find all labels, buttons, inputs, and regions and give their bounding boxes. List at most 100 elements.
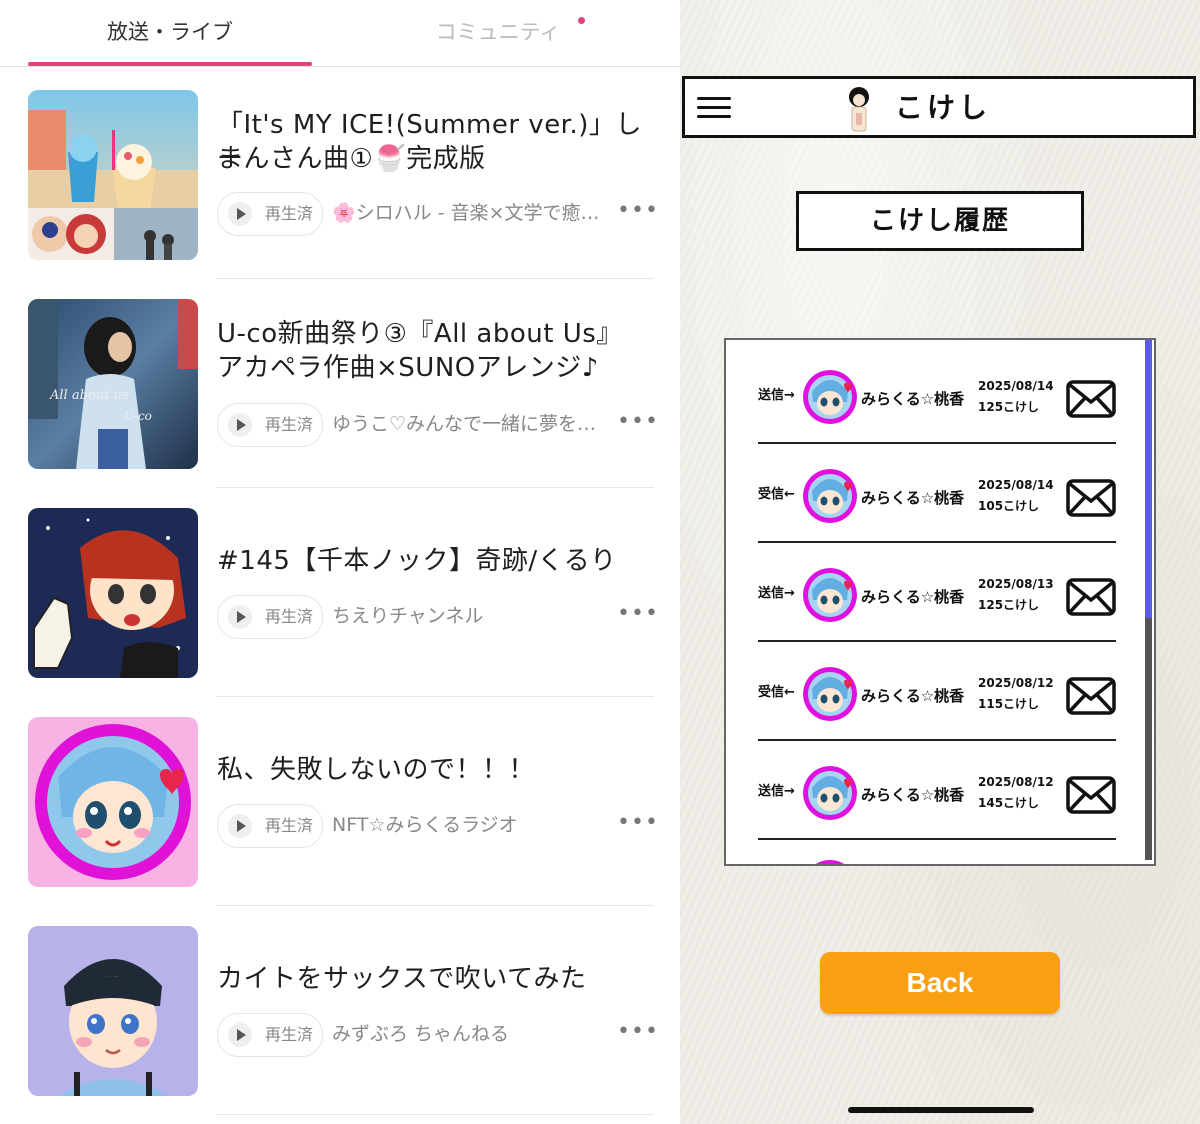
mail-icon[interactable] bbox=[1066, 776, 1116, 814]
user-name[interactable]: みらくる☆桃香 bbox=[861, 388, 964, 409]
history-date: 2025/08/14 bbox=[978, 478, 1054, 492]
app-title: こけし bbox=[895, 91, 992, 124]
history-row[interactable]: 送信→ みらくる☆桃香 2025/08/14 125こけし bbox=[758, 345, 1116, 444]
avatar bbox=[803, 766, 857, 820]
notification-dot bbox=[578, 17, 585, 24]
history-row[interactable]: 送信→ みらくる☆桃香 2025/08/13 125こけし bbox=[758, 543, 1116, 642]
episode-thumbnail bbox=[28, 90, 198, 260]
more-options-icon[interactable]: ••• bbox=[617, 804, 658, 842]
user-name[interactable]: みらくる☆桃香 bbox=[861, 586, 964, 607]
channel-name[interactable]: ちえりチャンネル bbox=[332, 595, 610, 637]
mail-icon[interactable] bbox=[1066, 479, 1116, 517]
avatar bbox=[803, 667, 857, 721]
played-label: 再生済 bbox=[265, 816, 314, 835]
channel-name[interactable]: ゆうこ♡みんなで一緒に夢を… bbox=[332, 403, 610, 445]
more-options-icon[interactable]: ••• bbox=[617, 192, 658, 230]
history-row[interactable]: 受信← みらくる☆桃香 2025/08/12 115こけし bbox=[758, 642, 1116, 741]
play-button[interactable]: 再生済 bbox=[217, 192, 323, 236]
episode-meta: 再生済 みずぶろ ちゃんねる ••• bbox=[217, 1013, 658, 1057]
channel-name[interactable]: NFT☆みらくるラジオ bbox=[332, 804, 610, 846]
more-options-icon[interactable]: ••• bbox=[617, 595, 658, 633]
played-label: 再生済 bbox=[265, 607, 314, 626]
scrollbar-thumb[interactable] bbox=[1145, 340, 1152, 618]
played-label: 再生済 bbox=[265, 204, 314, 223]
list-item[interactable]: 私、失敗しないので！！！ 再生済 NFT☆みらくるラジオ ••• bbox=[0, 697, 680, 906]
transfer-direction: 送信→ bbox=[758, 586, 795, 601]
play-button[interactable]: 再生済 bbox=[217, 804, 323, 848]
avatar bbox=[803, 469, 857, 523]
avatar bbox=[803, 568, 857, 622]
episode-meta: 再生済 ちえりチャンネル ••• bbox=[217, 595, 658, 639]
list-item[interactable]: All about us U-co U-co新曲祭り③『All about Us… bbox=[0, 279, 680, 488]
mail-icon[interactable] bbox=[1066, 677, 1116, 715]
history-date: 2025/08/13 bbox=[978, 577, 1054, 591]
mail-icon[interactable] bbox=[1066, 578, 1116, 616]
history-title: こけし履歴 bbox=[796, 191, 1084, 251]
hamburger-menu-icon[interactable] bbox=[697, 95, 731, 121]
kokeshi-amount: 125こけし bbox=[978, 400, 1040, 414]
list-item[interactable]: 「It's MY ICE!(Summer ver.)」しま ーんさん曲①🍧完成版… bbox=[0, 70, 680, 279]
more-options-icon[interactable]: ••• bbox=[617, 1013, 658, 1051]
back-button[interactable]: Back bbox=[820, 952, 1060, 1014]
transfer-direction: 受信← bbox=[758, 685, 795, 700]
history-date: 2025/08/12 bbox=[978, 676, 1054, 690]
play-button[interactable]: 再生済 bbox=[217, 403, 323, 447]
kokeshi-amount: 115こけし bbox=[978, 697, 1040, 711]
history-date: 2025/08/14 bbox=[978, 379, 1054, 393]
app-header: こけし bbox=[682, 76, 1196, 138]
more-options-icon[interactable]: ••• bbox=[617, 403, 658, 441]
transfer-direction: 送信→ bbox=[758, 388, 795, 403]
row-divider bbox=[758, 838, 1116, 840]
user-name[interactable]: みらくる☆桃香 bbox=[861, 784, 964, 805]
kokeshi-icon bbox=[849, 87, 869, 132]
user-name[interactable]: みらくる☆桃香 bbox=[861, 487, 964, 508]
episode-title-line2: アカペラ作曲×SUNOアレンジ♪ bbox=[217, 353, 599, 383]
kokeshi-amount: 145こけし bbox=[978, 796, 1040, 810]
kokeshi-history-panel: こけし こけし履歴 送信→ みらくる☆桃香 2025/08/14 125こけし 受信← み… bbox=[680, 0, 1200, 1124]
thumbnail-caption: U-co bbox=[124, 409, 152, 423]
episode-meta: 再生済 🌸シロハル - 音楽×文学で癒… ••• bbox=[217, 192, 658, 236]
episode-thumbnail: All about us U-co bbox=[28, 299, 198, 469]
history-row[interactable]: 受信← みらくる☆桃香 2025/08/14 105こけし bbox=[758, 444, 1116, 543]
mail-icon[interactable] bbox=[1066, 380, 1116, 418]
tab-broadcast-live[interactable]: 放送・ライブ bbox=[28, 0, 312, 64]
episode-title: #145【千本ノック】奇跡/くるり bbox=[217, 546, 617, 576]
history-date: 2025/08/12 bbox=[978, 775, 1054, 789]
episode-title: カイトをサックスで吹いてみた bbox=[217, 964, 587, 994]
history-row[interactable]: 送信→ みらくる☆桃香 2025/08/12 145こけし bbox=[758, 741, 1116, 840]
user-name[interactable]: みらくる☆桃香 bbox=[861, 685, 964, 706]
episode-title-line1: U-co新曲祭り③『All about Us』 bbox=[217, 319, 623, 349]
play-icon bbox=[228, 1023, 252, 1047]
avatar bbox=[803, 860, 857, 864]
tab-community[interactable]: コミュニティ bbox=[356, 0, 640, 64]
episode-meta: 再生済 ゆうこ♡みんなで一緒に夢を… ••• bbox=[217, 403, 658, 447]
tab-bar: 放送・ライブ コミュニティ bbox=[0, 0, 680, 67]
divider bbox=[217, 1114, 654, 1115]
episode-meta: 再生済 NFT☆みらくるラジオ ••• bbox=[217, 804, 658, 848]
episode-thumbnail bbox=[28, 926, 198, 1096]
play-button[interactable]: 再生済 bbox=[217, 595, 323, 639]
play-icon bbox=[228, 413, 252, 437]
home-indicator bbox=[848, 1107, 1034, 1113]
played-label: 再生済 bbox=[265, 415, 314, 434]
transfer-direction: 送信→ bbox=[758, 784, 795, 799]
kokeshi-amount: 105こけし bbox=[978, 499, 1040, 513]
history-list[interactable]: 送信→ みらくる☆桃香 2025/08/14 125こけし 受信← みらくる☆桃香 2025… bbox=[724, 338, 1156, 866]
episode-title-line2: ーんさん曲①🍧完成版 bbox=[217, 144, 486, 174]
play-icon bbox=[228, 605, 252, 629]
play-icon bbox=[228, 202, 252, 226]
thumbnail-caption: All about us bbox=[49, 388, 129, 403]
channel-name[interactable]: 🌸シロハル - 音楽×文学で癒… bbox=[332, 192, 610, 234]
list-item[interactable]: #145【千本ノック】奇跡/くるり 再生済 ちえりチャンネル ••• bbox=[0, 488, 680, 697]
channel-name[interactable]: みずぶろ ちゃんねる bbox=[332, 1013, 610, 1055]
transfer-direction: 受信← bbox=[758, 487, 795, 502]
played-label: 再生済 bbox=[265, 1025, 314, 1044]
episode-title: 私、失敗しないので！！！ bbox=[217, 755, 536, 785]
play-button[interactable]: 再生済 bbox=[217, 1013, 323, 1057]
episode-thumbnail bbox=[28, 717, 198, 887]
play-icon bbox=[228, 814, 252, 838]
list-item[interactable]: カイトをサックスで吹いてみた 再生済 みずぶろ ちゃんねる ••• bbox=[0, 906, 680, 1115]
active-tab-indicator bbox=[28, 62, 312, 66]
episode-thumbnail bbox=[28, 508, 198, 678]
kokeshi-amount: 125こけし bbox=[978, 598, 1040, 612]
